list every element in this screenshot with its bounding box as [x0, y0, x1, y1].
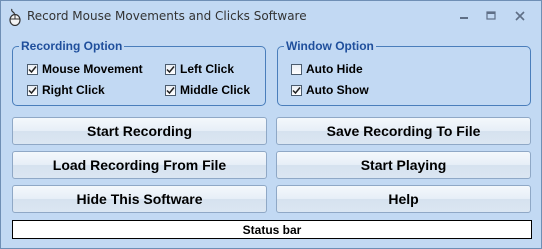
- maximize-icon[interactable]: [480, 6, 502, 26]
- mouse-movement-checkbox[interactable]: Mouse Movement: [27, 62, 143, 76]
- mouse-movement-label: Mouse Movement: [42, 62, 143, 76]
- start-playing-button[interactable]: Start Playing: [276, 151, 531, 179]
- auto-show-label: Auto Show: [306, 83, 369, 97]
- check-icon[interactable]: [291, 84, 302, 96]
- auto-hide-label: Auto Hide: [306, 62, 363, 76]
- app-window: Record Mouse Movements and Clicks Softwa…: [0, 0, 542, 249]
- close-icon[interactable]: [509, 6, 531, 26]
- recording-option-group: Recording Option: [12, 39, 266, 106]
- save-recording-button[interactable]: Save Recording To File: [276, 117, 531, 145]
- minimize-icon[interactable]: [453, 6, 475, 26]
- load-recording-button[interactable]: Load Recording From File: [12, 151, 267, 179]
- left-click-label: Left Click: [180, 62, 235, 76]
- auto-hide-checkbox[interactable]: Auto Hide: [291, 62, 363, 76]
- left-click-checkbox[interactable]: Left Click: [165, 62, 234, 76]
- app-icon[interactable]: [7, 8, 23, 27]
- middle-click-checkbox[interactable]: Middle Click: [165, 83, 250, 97]
- status-bar: Status bar: [12, 220, 532, 239]
- start-recording-button[interactable]: Start Recording: [12, 117, 267, 145]
- title-bar[interactable]: Record Mouse Movements and Clicks Softwa…: [1, 1, 541, 33]
- recording-option-title: Recording Option: [19, 39, 125, 53]
- right-click-checkbox[interactable]: Right Click: [27, 83, 105, 97]
- check-icon[interactable]: [27, 84, 38, 96]
- check-icon[interactable]: [165, 63, 176, 75]
- right-click-label: Right Click: [42, 83, 105, 97]
- auto-show-checkbox[interactable]: Auto Show: [291, 83, 369, 97]
- help-button[interactable]: Help: [276, 185, 531, 213]
- window-title: Record Mouse Movements and Clicks Softwa…: [27, 9, 307, 23]
- check-icon[interactable]: [165, 84, 176, 96]
- window-option-title: Window Option: [284, 39, 376, 53]
- check-icon[interactable]: [27, 63, 38, 75]
- unchecked-box-icon[interactable]: [291, 63, 302, 75]
- hide-software-button[interactable]: Hide This Software: [12, 185, 267, 213]
- middle-click-label: Middle Click: [180, 83, 251, 97]
- window-option-group: Window Option: [277, 39, 531, 106]
